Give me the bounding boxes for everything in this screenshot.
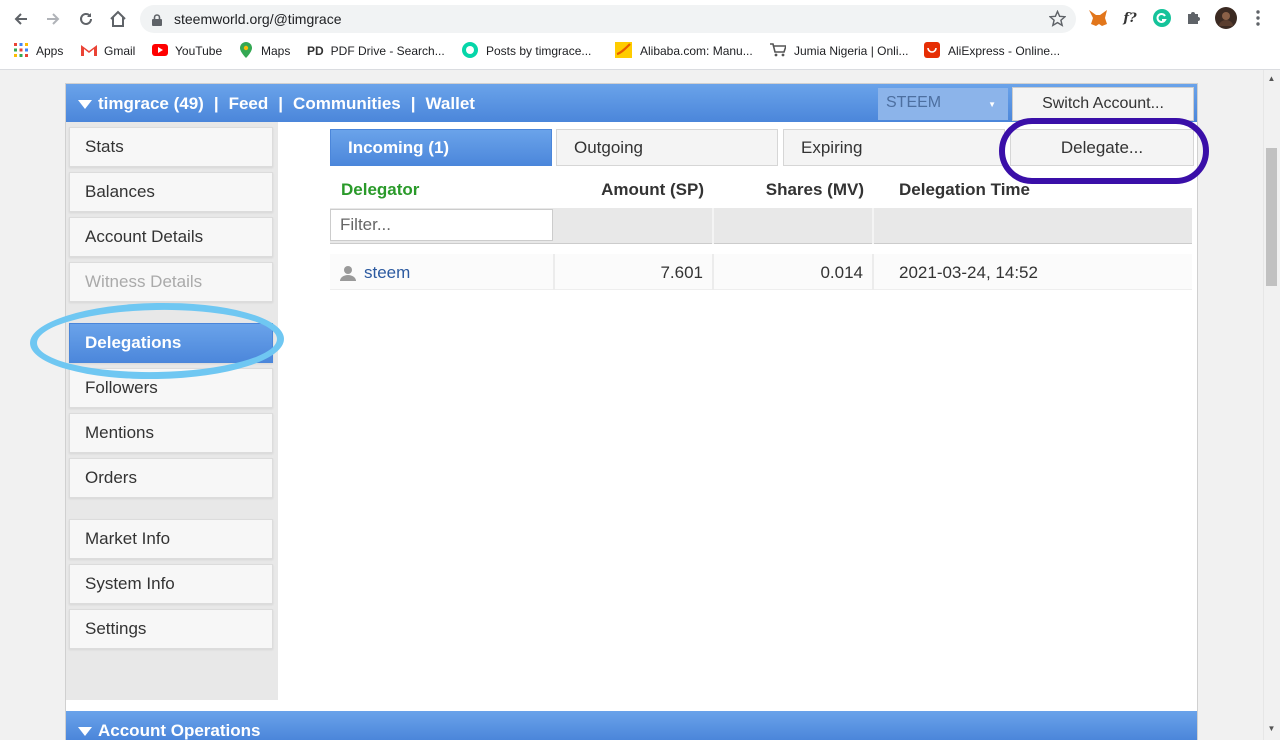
bookmark-jumia[interactable]: Jumia Nigeria | Onli... [770, 42, 909, 60]
account-operations-bar[interactable]: Account Operations [66, 711, 1197, 740]
bookmark-maps[interactable]: Maps [240, 41, 290, 61]
shares-cell: 0.014 [820, 263, 863, 282]
nav-separator: | [410, 94, 416, 113]
switch-account-button[interactable]: Switch Account... [1012, 87, 1194, 121]
home-icon[interactable] [106, 7, 130, 31]
nav-separator: | [213, 94, 219, 113]
gmail-icon [81, 44, 97, 59]
amount-cell: 7.601 [660, 263, 703, 282]
sidebar-item-system-info[interactable]: System Info [69, 564, 273, 604]
scrollbar-thumb[interactable] [1266, 148, 1277, 286]
bookmark-aliexpress[interactable]: AliExpress - Online... [924, 41, 1060, 61]
forward-icon[interactable] [41, 7, 65, 31]
alibaba-icon [615, 41, 632, 61]
address-bar[interactable]: steemworld.org/@timgrace [140, 5, 1076, 33]
column-divider [712, 208, 714, 244]
browser-chrome: steemworld.org/@timgrace f? Apps Gmail Y… [0, 0, 1280, 70]
url-text: steemworld.org/@timgrace [174, 11, 342, 27]
section-title: Account Operations [78, 721, 260, 740]
maps-pin-icon [240, 41, 252, 61]
profile-avatar[interactable] [1215, 7, 1237, 29]
delegator-link[interactable]: steem [364, 263, 410, 283]
bookmark-apps[interactable]: Apps [14, 42, 63, 60]
purple-annotation-circle [999, 118, 1209, 184]
sidebar-item-orders[interactable]: Orders [69, 458, 273, 498]
bookmarks-bar: Apps Gmail YouTube Maps PD PDF Drive - S… [0, 38, 1280, 64]
lock-icon [152, 13, 162, 31]
tab-outgoing[interactable]: Outgoing [556, 129, 778, 166]
bookmark-posts-by-timgrace[interactable]: Posts by timgrace... [462, 41, 591, 61]
bookmark-alibaba[interactable]: Alibaba.com: Manu... [615, 41, 753, 61]
column-divider [872, 254, 874, 290]
column-header-shares[interactable]: Shares (MV) [714, 180, 864, 200]
column-header-amount[interactable]: Amount (SP) [554, 180, 704, 200]
sidebar-item-settings[interactable]: Settings [69, 609, 273, 649]
user-icon [340, 265, 356, 286]
bookmark-gmail[interactable]: Gmail [81, 42, 135, 60]
delegation-time-cell: 2021-03-24, 14:52 [899, 263, 1038, 282]
filter-input[interactable] [330, 209, 553, 241]
coin-select-value: STEEM [886, 94, 942, 111]
bookmark-pdfdrive[interactable]: PD PDF Drive - Search... [307, 42, 445, 60]
metamask-fox-icon[interactable] [1087, 7, 1109, 29]
bookmark-star-icon[interactable] [1048, 9, 1067, 32]
browser-menu-icon[interactable] [1247, 7, 1269, 29]
formula-extension-icon[interactable]: f? [1119, 7, 1141, 29]
scroll-down-arrow-icon[interactable]: ▼ [1266, 724, 1277, 734]
column-header-delegation-time[interactable]: Delegation Time [899, 180, 1030, 200]
nav-separator: | [278, 94, 284, 113]
nav-link-communities[interactable]: Communities [293, 94, 401, 114]
pdfdrive-icon: PD [307, 44, 324, 58]
youtube-icon [152, 43, 168, 59]
account-nav: timgrace (49) | Feed | Communities | Wal… [78, 94, 475, 114]
username-link[interactable]: timgrace (49) [98, 94, 204, 114]
collapse-triangle-icon[interactable] [78, 99, 92, 109]
collapse-triangle-icon [78, 726, 92, 736]
sidebar-item-mentions[interactable]: Mentions [69, 413, 273, 453]
apps-grid-icon [14, 42, 28, 60]
tab-incoming[interactable]: Incoming (1) [330, 129, 552, 166]
aliexpress-icon [924, 41, 940, 61]
scroll-up-arrow-icon[interactable]: ▲ [1266, 74, 1277, 84]
nav-link-feed[interactable]: Feed [229, 94, 269, 114]
sidebar-item-account-details[interactable]: Account Details [69, 217, 273, 257]
sidebar-item-market-info[interactable]: Market Info [69, 519, 273, 559]
reload-icon[interactable] [74, 7, 98, 31]
coin-select[interactable]: STEEM ▼ [878, 88, 1008, 120]
back-icon[interactable] [9, 7, 33, 31]
column-header-delegator[interactable]: Delegator [341, 180, 419, 200]
steemit-icon [462, 41, 478, 61]
extensions-puzzle-icon[interactable] [1183, 7, 1205, 29]
column-divider [872, 208, 874, 244]
tab-expiring[interactable]: Expiring [783, 129, 1005, 166]
jumia-cart-icon [770, 42, 788, 60]
sidebar-item-balances[interactable]: Balances [69, 172, 273, 212]
dropdown-caret-icon: ▼ [988, 100, 996, 109]
bookmark-youtube[interactable]: YouTube [152, 42, 222, 60]
sidebar-item-witness-details: Witness Details [69, 262, 273, 302]
nav-link-wallet[interactable]: Wallet [426, 94, 475, 114]
grammarly-icon[interactable] [1151, 7, 1173, 29]
sidebar-item-stats[interactable]: Stats [69, 127, 273, 167]
